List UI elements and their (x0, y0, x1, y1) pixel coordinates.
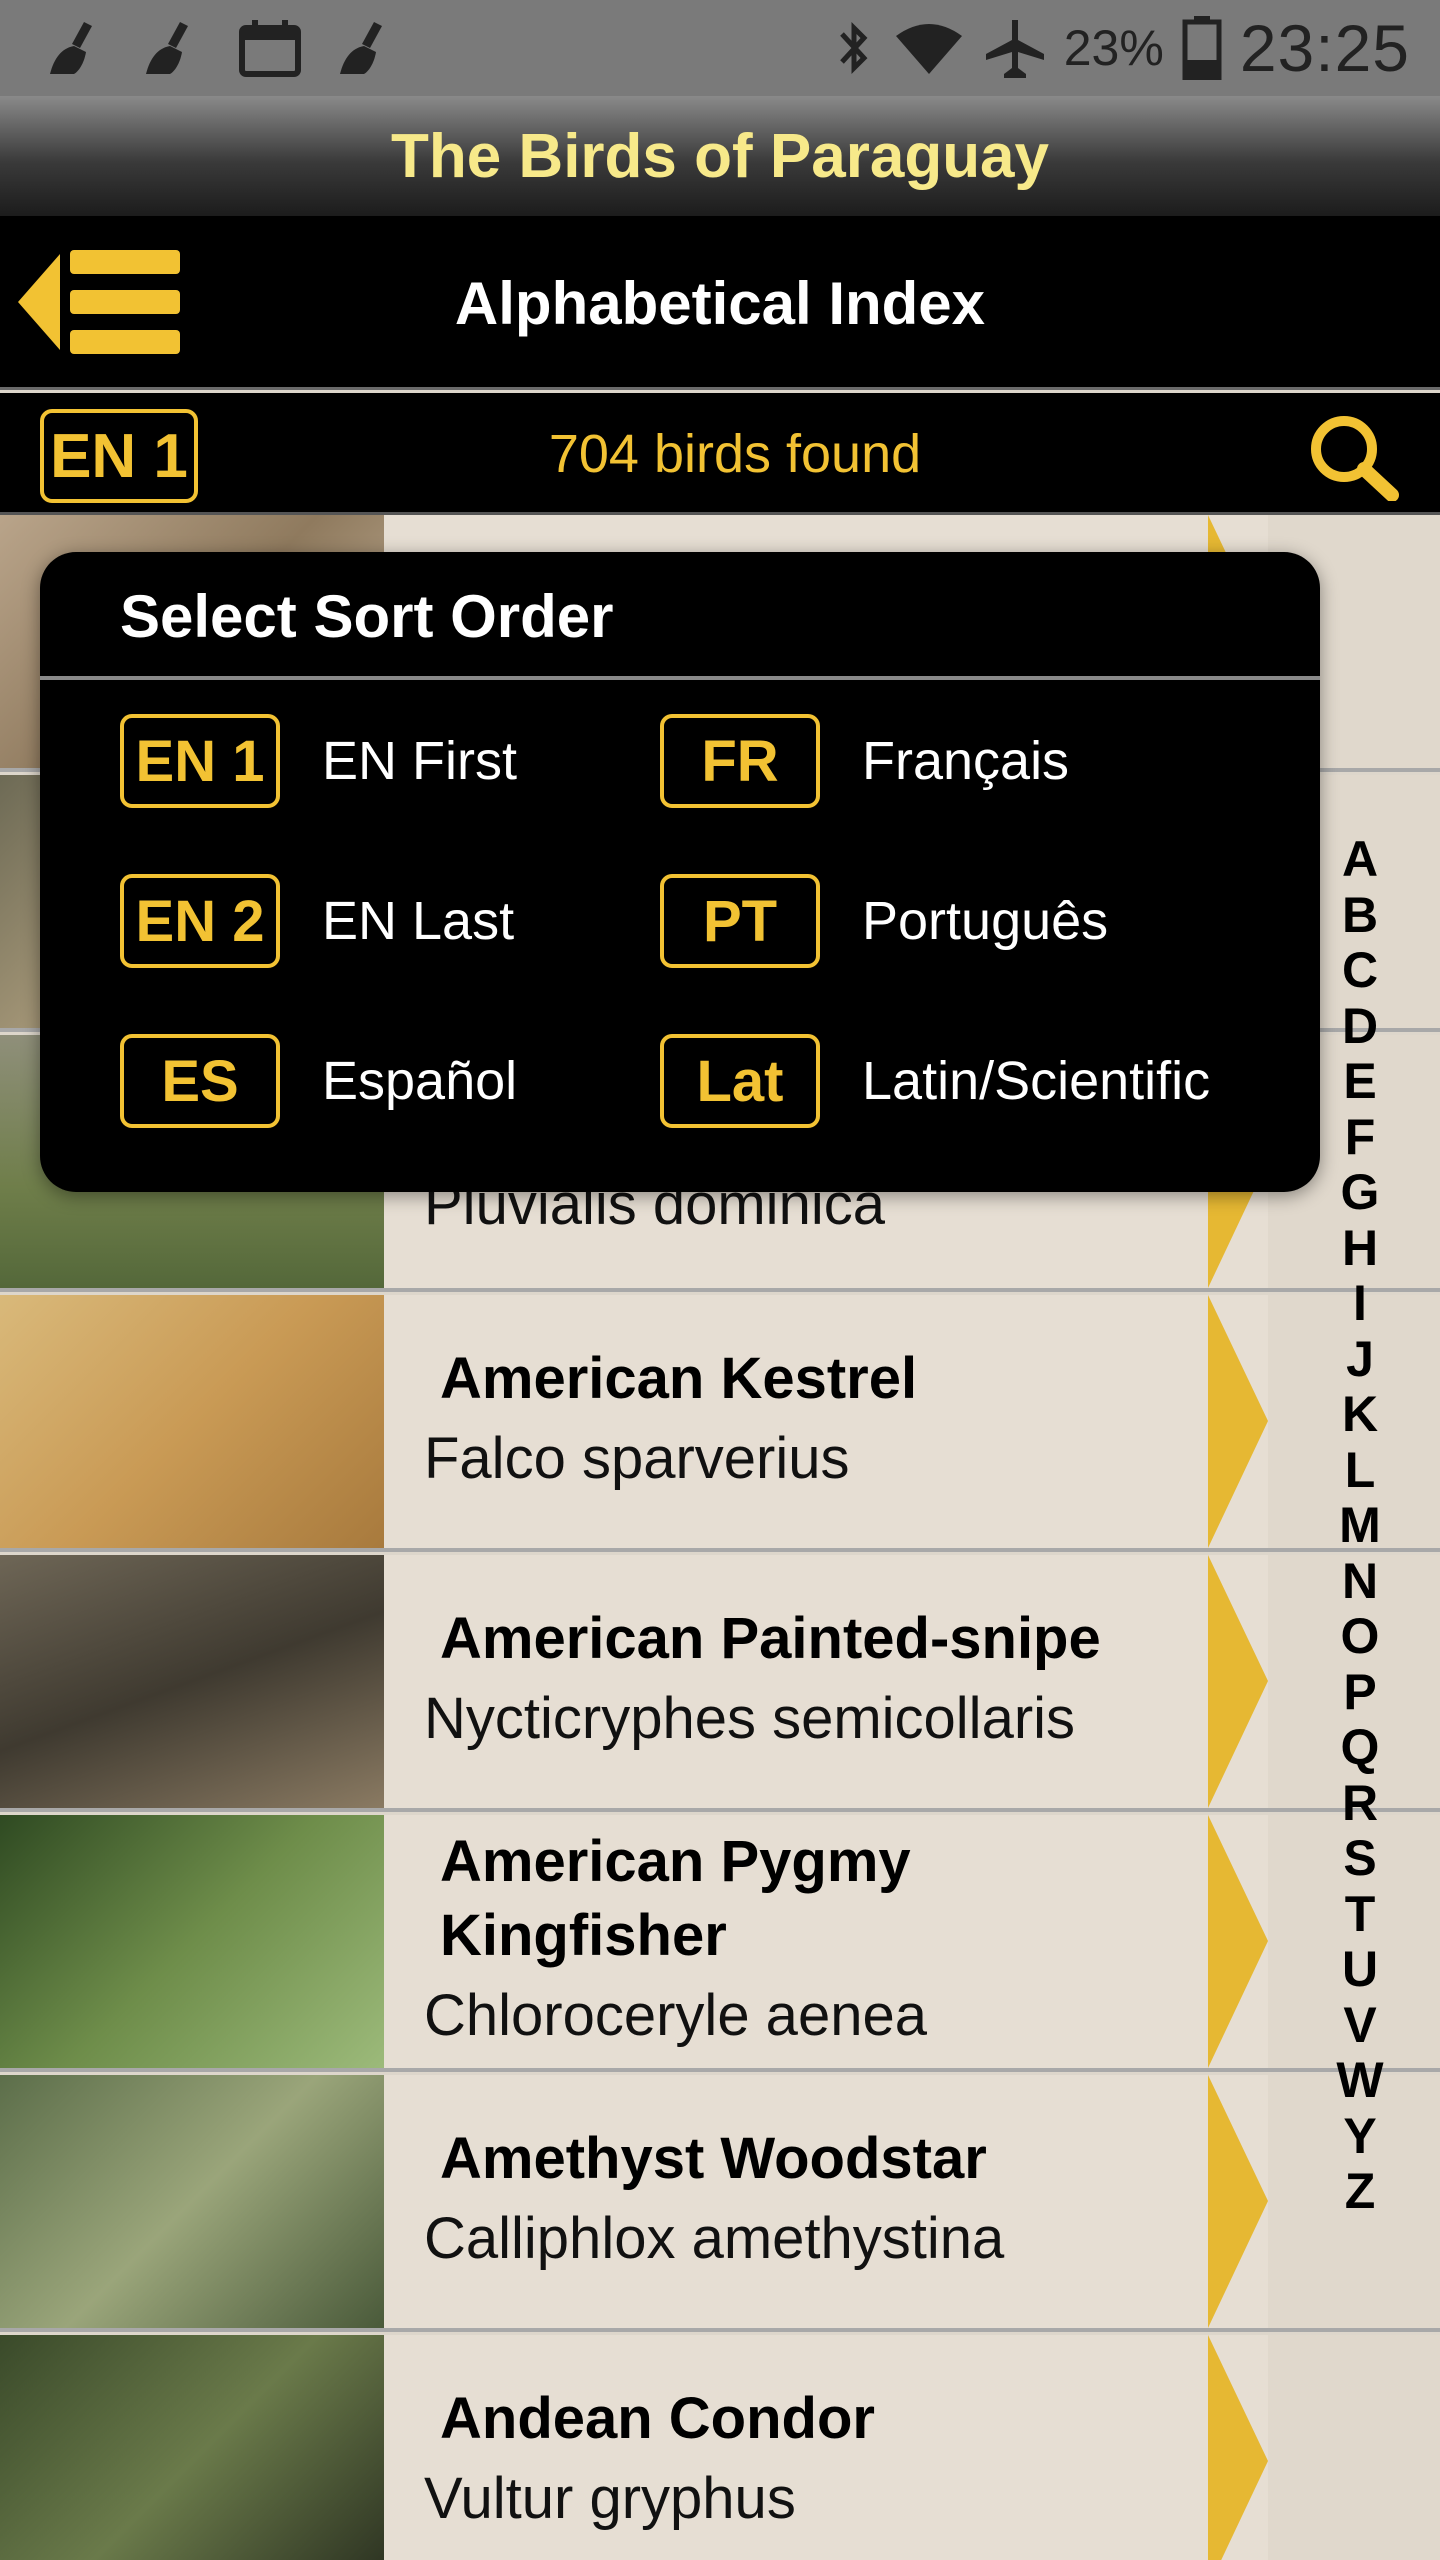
dialog-title: Select Sort Order (120, 583, 614, 650)
sort-option-pt[interactable]: PT Português (660, 874, 1108, 968)
list-item[interactable]: American Kestrel Falco sparverius (0, 1295, 1440, 1552)
list-item[interactable]: Amethyst Woodstar Calliphlox amethystina (0, 2075, 1440, 2332)
broom-icon (146, 22, 188, 74)
app-header: The Birds of Paraguay (0, 96, 1440, 216)
scientific-name: Falco sparverius (424, 1425, 850, 1491)
sort-option-en1[interactable]: EN 1 EN First (120, 714, 517, 808)
bird-names: American Pygmy Kingfisher Chloroceryle ae… (424, 1815, 1184, 2068)
nav-bar: Alphabetical Index (0, 216, 1440, 390)
list-item[interactable]: American Painted-snipe Nycticryphes semic… (0, 1555, 1440, 1812)
broom-icon (340, 22, 382, 74)
alphabet-letter[interactable]: P (1343, 1664, 1376, 1721)
results-count: 704 birds found (548, 424, 922, 484)
broom-icon (50, 22, 92, 74)
alphabet-letter[interactable]: V (1343, 1997, 1376, 2054)
alphabet-letter[interactable]: H (1342, 1220, 1378, 1277)
common-name: Andean Condor (440, 2385, 875, 2451)
alphabet-letter[interactable]: O (1341, 1608, 1380, 1665)
scientific-name: Chloroceryle aenea (424, 1982, 927, 2048)
sort-option-label: Latin/Scientific (862, 1051, 1211, 1111)
bluetooth-icon (839, 21, 868, 75)
sort-option-badge: FR (660, 714, 820, 808)
alphabet-letter[interactable]: U (1342, 1941, 1378, 1998)
chevron-right-icon (1208, 1555, 1268, 1808)
page-title: Alphabetical Index (454, 269, 986, 337)
info-bar: EN 1 704 birds found (0, 393, 1440, 515)
bird-names: American Kestrel Falco sparverius (424, 1295, 1184, 1548)
alphabet-letter[interactable]: B (1342, 887, 1378, 944)
alphabet-letter[interactable]: Z (1345, 2163, 1376, 2220)
battery-percent: 23% (1063, 20, 1164, 76)
sort-option-lat[interactable]: Lat Latin/Scientific (660, 1034, 1210, 1128)
alphabet-letter[interactable]: C (1342, 942, 1378, 999)
alphabet-letter[interactable]: L (1345, 1442, 1376, 1499)
bird-names: Andean Condor Vultur gryphus (424, 2335, 1184, 2560)
chevron-right-icon (1208, 1815, 1268, 2068)
bird-names: American Painted-snipe Nycticryphes semic… (424, 1555, 1184, 1808)
common-name: American Pygmy Kingfisher (440, 1828, 911, 1968)
sort-option-badge: EN 1 (120, 714, 280, 808)
sort-option-label: Español (322, 1051, 518, 1111)
bird-thumbnail (0, 1555, 384, 1808)
row-index-gutter (1268, 2335, 1440, 2560)
sort-option-badge: ES (120, 1034, 280, 1128)
alphabet-letter[interactable]: D (1342, 998, 1378, 1055)
sort-option-fr[interactable]: FR Français (660, 714, 1069, 808)
common-name: Amethyst Woodstar (440, 2125, 987, 2191)
chevron-right-icon (1208, 1295, 1268, 1548)
list-item[interactable]: Andean Condor Vultur gryphus (0, 2335, 1440, 2560)
alphabet-letter[interactable]: T (1345, 1886, 1376, 1943)
search-icon[interactable] (1304, 411, 1404, 501)
alphabet-letter[interactable]: R (1342, 1775, 1378, 1832)
sort-option-badge: EN 2 (120, 874, 280, 968)
sort-option-label: EN First (322, 731, 517, 791)
sort-option-label: Português (862, 891, 1109, 951)
battery-icon (1182, 16, 1222, 80)
alphabet-letter[interactable]: E (1343, 1053, 1376, 1110)
bird-names: Amethyst Woodstar Calliphlox amethystina (424, 2075, 1184, 2328)
sort-order-dialog: Select Sort Order EN 1 EN First FR Franç… (40, 552, 1320, 1192)
alphabet-letter[interactable]: S (1343, 1830, 1376, 1887)
sort-option-badge: PT (660, 874, 820, 968)
common-name: American Painted-snipe (440, 1605, 1101, 1671)
sort-option-badge: Lat (660, 1034, 820, 1128)
calendar-icon (239, 20, 301, 77)
alphabet-letter[interactable]: I (1353, 1275, 1367, 1332)
sort-option-label: EN Last (322, 891, 515, 951)
status-bar: 23% 23:25 (0, 0, 1440, 96)
alphabet-letter[interactable]: K (1342, 1386, 1378, 1443)
alphabet-letter[interactable]: J (1346, 1331, 1374, 1388)
bird-thumbnail (0, 1295, 384, 1548)
scientific-name: Nycticryphes semicollaris (424, 1685, 1076, 1751)
alphabet-letter[interactable]: W (1336, 2052, 1383, 2109)
sort-option-es[interactable]: ES Español (120, 1034, 517, 1128)
alphabet-letter[interactable]: G (1341, 1164, 1380, 1221)
chevron-right-icon (1208, 2335, 1268, 2560)
chevron-right-icon (1208, 2075, 1268, 2328)
dialog-divider (40, 676, 1320, 680)
airplane-icon (985, 20, 1044, 78)
bird-thumbnail (0, 2075, 384, 2328)
bird-thumbnail (0, 2335, 384, 2560)
wifi-icon (895, 24, 962, 74)
app-title: The Birds of Paraguay (390, 121, 1050, 191)
clock: 23:25 (1239, 11, 1410, 85)
alphabet-letter[interactable]: Y (1343, 2108, 1376, 2165)
common-name: American Kestrel (440, 1345, 918, 1411)
alphabet-letter[interactable]: N (1342, 1553, 1378, 1610)
alphabet-letter[interactable]: F (1345, 1109, 1376, 1166)
alphabet-letter[interactable]: Q (1341, 1719, 1380, 1776)
bird-thumbnail (0, 1815, 384, 2068)
scientific-name: Calliphlox amethystina (424, 2205, 1005, 2271)
alphabet-index[interactable]: ABCDEFGHIJKLMNOPQRSTUVWYZ (1320, 831, 1400, 2220)
scientific-name: Vultur gryphus (424, 2465, 796, 2531)
sort-option-en2[interactable]: EN 2 EN Last (120, 874, 514, 968)
alphabet-letter[interactable]: M (1339, 1497, 1381, 1554)
alphabet-letter[interactable]: A (1342, 831, 1378, 888)
list-item[interactable]: American Pygmy Kingfisher Chloroceryle ae… (0, 1815, 1440, 2072)
sort-option-label: Français (862, 731, 1070, 791)
